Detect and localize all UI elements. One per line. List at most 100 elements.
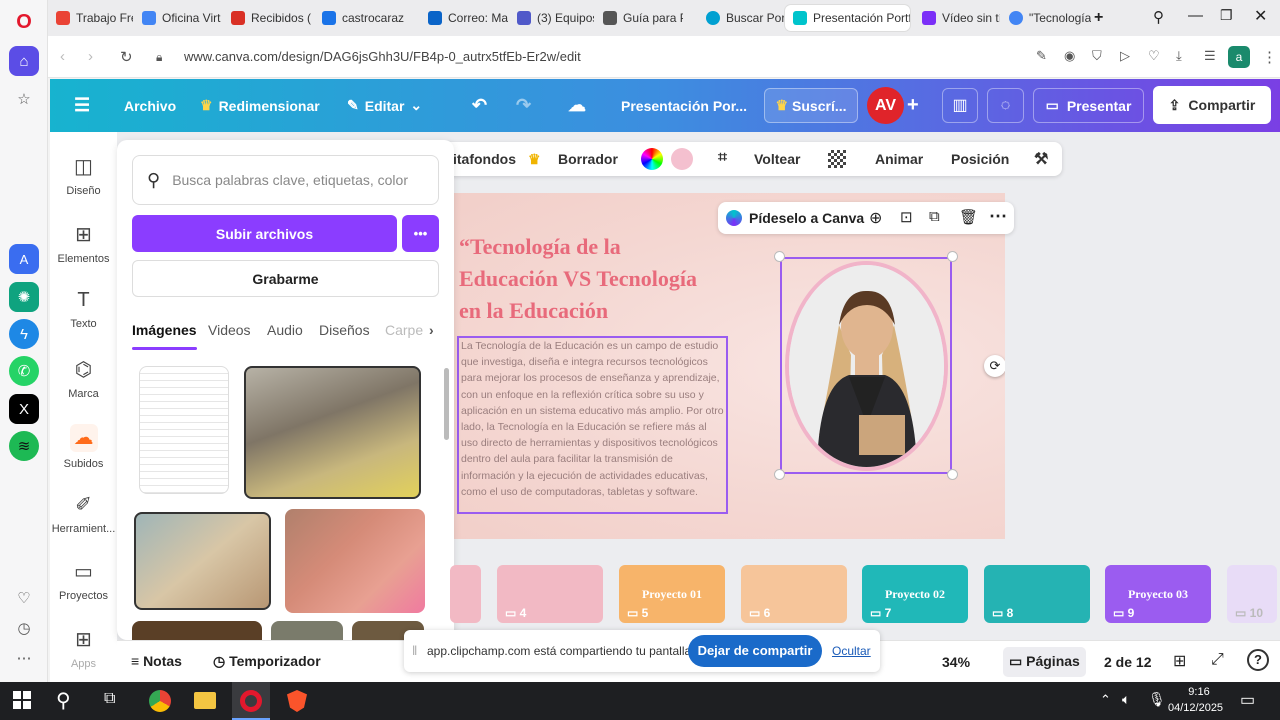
page-thumbnail[interactable]: Proyecto 03 ▭ 9 <box>1105 565 1211 623</box>
camera-icon[interactable]: ◉ <box>1064 48 1075 64</box>
tab[interactable]: Buscar Port <box>698 5 784 31</box>
fullscreen-icon[interactable]: ⤢ <box>1211 651 1224 669</box>
tab-videos[interactable]: Videos <box>208 322 251 338</box>
upload-thumbnail-kids-class[interactable] <box>244 366 421 499</box>
comment-icon[interactable]: ◌ <box>987 88 1024 123</box>
more-icon[interactable]: ⋯ <box>9 643 39 673</box>
resize-handle[interactable] <box>947 251 958 262</box>
home-icon[interactable]: ⌂ <box>9 46 39 76</box>
back-icon[interactable]: ‹ <box>60 48 65 65</box>
lock-icon[interactable]: ⊡ <box>900 208 913 226</box>
download-icon[interactable]: ⤓ <box>1176 48 1182 64</box>
reload-icon[interactable]: ↻ <box>120 48 133 66</box>
speaker-icon[interactable]: 🔈︎ <box>1122 691 1130 708</box>
nav-text[interactable]: T Texto <box>50 289 117 330</box>
ask-canva-button[interactable]: Pídeselo a Canva <box>749 210 864 226</box>
brave-icon[interactable] <box>287 690 307 712</box>
resize-handle[interactable] <box>774 469 785 480</box>
drag-handle-icon[interactable]: ‖ <box>412 643 417 658</box>
animate-button[interactable]: Animar <box>875 151 923 167</box>
color-wheel-icon[interactable] <box>641 148 663 170</box>
eraser-button[interactable]: Borrador <box>558 151 618 167</box>
tab[interactable]: Correo: Ma <box>420 5 508 31</box>
grid-view-icon[interactable]: ⊞ <box>1173 651 1186 671</box>
opera-taskbar-item[interactable] <box>232 682 270 720</box>
subscribe-button[interactable]: ♛ Suscrí... <box>764 88 858 123</box>
opera-logo-icon[interactable]: O <box>9 7 39 37</box>
resize-handle[interactable] <box>774 251 785 262</box>
color-swatch[interactable] <box>671 148 693 170</box>
chatgpt-icon[interactable]: ✺ <box>9 282 39 312</box>
tab[interactable]: Recibidos ( <box>223 5 313 31</box>
edit-icon[interactable]: ✎ <box>1036 48 1047 64</box>
nav-tools[interactable]: ✐ Herramient... <box>50 492 117 535</box>
menu-icon[interactable]: ☰ <box>1204 48 1216 64</box>
record-button[interactable]: Grabarme <box>132 260 439 297</box>
send-icon[interactable]: ▷ <box>1120 48 1130 64</box>
flip-button[interactable]: Voltear <box>754 151 800 167</box>
history-icon[interactable]: ◷ <box>9 613 39 643</box>
upload-files-button[interactable]: Subir archivos <box>132 215 397 252</box>
tab-active[interactable]: Presentación Portfo <box>785 5 910 31</box>
page-thumbnail[interactable]: Proyecto 02 ▭ 7 <box>862 565 968 623</box>
tab[interactable]: (3) Equipos <box>509 5 594 31</box>
undo-icon[interactable]: ↶ <box>472 79 487 132</box>
url-field[interactable]: www.canva.com/design/DAG6jsGhh3U/FB4p-0_… <box>184 49 581 64</box>
page-thumbnail[interactable]: ▭ 4 <box>497 565 603 623</box>
profile-photo[interactable] <box>785 261 948 471</box>
tab[interactable]: Oficina Virt <box>134 5 222 31</box>
page-thumbnail[interactable]: ▭ 10 <box>1227 565 1277 623</box>
tab-audio[interactable]: Audio <box>267 322 303 338</box>
heart-icon[interactable]: ♡ <box>9 583 39 613</box>
upload-thumbnail-kids-group[interactable] <box>285 509 425 613</box>
close-icon[interactable]: ✕ <box>1254 6 1267 26</box>
hamburger-icon[interactable]: ☰ <box>74 79 90 132</box>
tab[interactable]: "Tecnología <box>1001 5 1091 31</box>
tab-designs[interactable]: Diseños <box>319 322 370 338</box>
page-thumbnail[interactable] <box>450 565 481 623</box>
bg-remover-button[interactable]: itafondos <box>453 151 516 167</box>
spotify-icon[interactable]: ≋ <box>9 431 39 461</box>
cloud-save-icon[interactable]: ☁ <box>568 79 586 132</box>
heart-icon[interactable]: ♡ <box>1148 48 1160 64</box>
scrollbar[interactable] <box>444 368 449 440</box>
position-button[interactable]: Posición <box>951 151 1009 167</box>
slide-body-text[interactable]: La Tecnología de la Educación es un camp… <box>457 336 728 514</box>
slide-canvas[interactable]: “Tecnología de la Educación VS Tecnologí… <box>454 193 1005 539</box>
resize-handle[interactable] <box>947 469 958 480</box>
microphone-icon[interactable]: 🎙︎ <box>1148 691 1166 708</box>
trash-icon[interactable]: 🗑︎ <box>959 208 978 226</box>
upload-more-button[interactable]: ••• <box>402 215 439 252</box>
crop-icon[interactable]: ⌗ <box>718 149 727 167</box>
paint-roller-icon[interactable]: ⚒ <box>1034 149 1048 169</box>
rotate-icon[interactable]: ⟳ <box>984 355 1005 377</box>
stop-sharing-button[interactable]: Dejar de compartir <box>688 635 822 667</box>
duplicate-icon[interactable]: ⧉ <box>929 208 940 225</box>
avatar[interactable]: AV <box>867 87 904 124</box>
hide-link[interactable]: Ocultar <box>832 644 871 658</box>
menu-more-icon[interactable]: ⋮ <box>1262 48 1277 66</box>
notification-icon[interactable]: ▭ <box>1240 690 1255 710</box>
transparency-icon[interactable] <box>828 150 846 168</box>
document-title[interactable]: Presentación Por... <box>621 79 747 132</box>
search-input[interactable]: ⚲ Busca palabras clave, etiquetas, color <box>132 155 439 205</box>
resize-button[interactable]: ♛ Redimensionar <box>200 79 320 132</box>
messenger-icon[interactable]: ϟ <box>9 319 39 349</box>
tab-images[interactable]: Imágenes <box>132 322 197 350</box>
star-icon[interactable]: ☆ <box>9 84 39 114</box>
upload-thumbnail[interactable] <box>271 621 343 640</box>
help-icon[interactable]: ? <box>1247 649 1269 671</box>
tab[interactable]: Trabajo Fre <box>48 5 133 31</box>
new-tab-icon[interactable]: + <box>1094 9 1103 27</box>
insights-icon[interactable]: ▥ <box>942 88 978 123</box>
upload-thumbnail[interactable] <box>132 621 262 640</box>
search-icon[interactable]: ⚲ <box>56 688 71 713</box>
nav-brand[interactable]: ⌬ Marca <box>50 357 117 400</box>
chrome-icon[interactable] <box>149 690 171 712</box>
upload-thumbnail-kids-table[interactable] <box>134 512 271 610</box>
nav-elements[interactable]: ⊞ Elementos <box>50 222 117 265</box>
windows-start-icon[interactable] <box>13 691 31 709</box>
nav-uploads[interactable]: ☁ Subidos <box>50 424 117 470</box>
tray-chevron-icon[interactable]: ⌃ <box>1100 692 1111 708</box>
redo-icon[interactable]: ↷ <box>516 79 531 132</box>
